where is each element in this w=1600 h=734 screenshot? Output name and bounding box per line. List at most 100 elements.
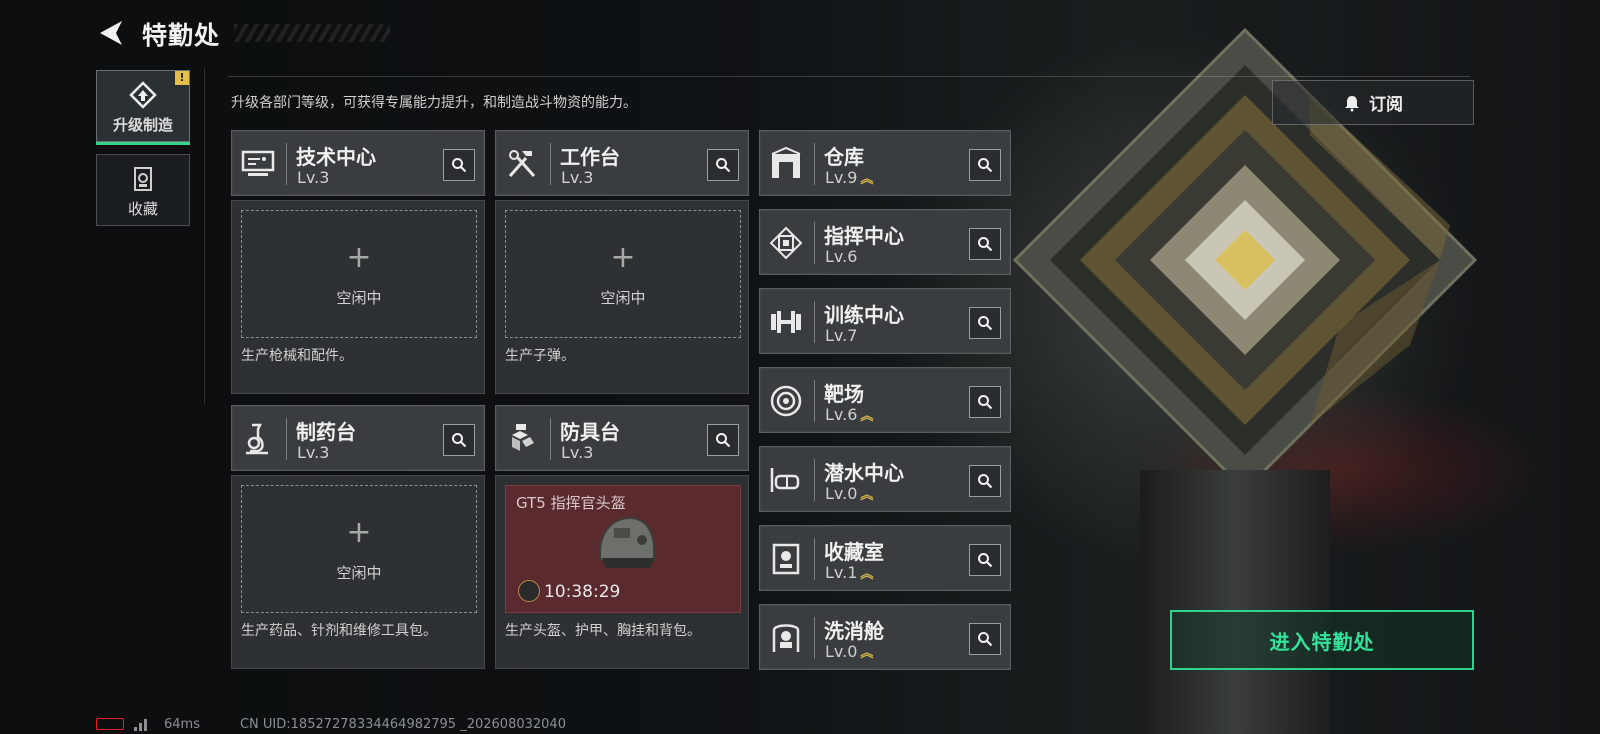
header-separator bbox=[550, 418, 551, 460]
upgrade-arrow-icon: ︽ bbox=[860, 172, 874, 187]
department-level: Lv.1 bbox=[825, 563, 858, 582]
warehouse-icon bbox=[771, 146, 801, 178]
header-separator bbox=[814, 143, 815, 185]
card-description: 生产头盔、护甲、胸挂和背包。 bbox=[505, 623, 701, 639]
idle-slot[interactable]: + 空闲中 bbox=[505, 210, 741, 338]
department-level: Lv.6 bbox=[825, 405, 858, 424]
search-button[interactable] bbox=[969, 307, 1001, 339]
tab-upgrade-build-label: 升级制造 bbox=[112, 116, 173, 134]
department-card[interactable]: 靶场 Lv.6 ︽ bbox=[759, 367, 1011, 433]
department-level-row: Lv.6 bbox=[825, 247, 857, 266]
department-card[interactable]: 收藏室 Lv.1 ︽ bbox=[759, 525, 1011, 591]
card-workbench-header[interactable]: 工作台 Lv.3 bbox=[495, 130, 749, 196]
card-name: 制药台 bbox=[296, 420, 356, 444]
department-level: Lv.9 bbox=[825, 168, 858, 187]
search-icon bbox=[452, 433, 467, 448]
department-level-row: Lv.1 ︽ bbox=[825, 563, 873, 582]
search-button[interactable] bbox=[969, 149, 1001, 181]
page-title: 特勤处 bbox=[142, 21, 221, 50]
collection-icon bbox=[134, 167, 152, 191]
department-card[interactable]: 指挥中心 Lv.6 bbox=[759, 209, 1011, 275]
user-uid: CN UID:18527278334464982795 _20260803204… bbox=[239, 716, 566, 732]
upgrade-arrow-icon: ︽ bbox=[860, 409, 874, 424]
battery-icon bbox=[96, 718, 124, 730]
card-tech-center-header[interactable]: 技术中心 Lv.3 bbox=[231, 130, 485, 196]
crafting-slot[interactable]: GT5 指挥官头盔 10:38:29 bbox=[505, 485, 741, 613]
upgrade-arrow-icon: ︽ bbox=[860, 646, 874, 661]
header-separator bbox=[286, 418, 287, 460]
craft-timer: 10:38:29 bbox=[544, 582, 621, 602]
page-description: 升级各部门等级，可获得专属能力提升，和制造战斗物资的能力。 bbox=[231, 95, 637, 111]
shooting-range-icon bbox=[770, 385, 802, 417]
tab-upgrade-build[interactable]: ! 升级制造 bbox=[96, 70, 190, 145]
search-icon bbox=[452, 158, 467, 173]
pharmacy-icon bbox=[246, 423, 268, 455]
department-level-row: Lv.0 ︽ bbox=[825, 484, 873, 503]
slot-status: 空闲中 bbox=[336, 289, 382, 307]
search-icon bbox=[978, 395, 993, 410]
idle-slot[interactable]: + 空闲中 bbox=[241, 210, 477, 338]
ping-value: 64ms bbox=[164, 716, 200, 732]
card-level: Lv.3 bbox=[561, 443, 594, 462]
armor-bench-icon bbox=[512, 424, 534, 451]
bell-icon bbox=[1345, 95, 1359, 111]
search-button[interactable] bbox=[969, 386, 1001, 418]
plus-icon: + bbox=[346, 240, 372, 275]
department-card[interactable]: 潜水中心 Lv.0 ︽ bbox=[759, 446, 1011, 512]
card-description: 生产枪械和配件。 bbox=[241, 348, 353, 364]
subscribe-label: 订阅 bbox=[1369, 95, 1403, 115]
idle-slot[interactable]: + 空闲中 bbox=[241, 485, 477, 613]
search-icon bbox=[716, 433, 731, 448]
department-level: Lv.0 bbox=[825, 642, 858, 661]
search-button[interactable] bbox=[969, 544, 1001, 576]
search-button[interactable] bbox=[443, 424, 475, 456]
search-icon bbox=[978, 632, 993, 647]
card-description: 生产子弹。 bbox=[505, 348, 575, 364]
department-name: 洗消舱 bbox=[824, 619, 884, 643]
header-separator bbox=[814, 538, 815, 580]
helmet-icon bbox=[599, 516, 655, 568]
card-armor-bench-header[interactable]: 防具台 Lv.3 bbox=[495, 405, 749, 471]
wrench-icon bbox=[518, 580, 540, 602]
department-card[interactable]: 训练中心 Lv.7 bbox=[759, 288, 1011, 354]
card-name: 工作台 bbox=[560, 145, 620, 169]
tech-center-icon bbox=[241, 150, 275, 176]
search-icon bbox=[978, 158, 993, 173]
header-separator bbox=[814, 459, 815, 501]
back-arrow-icon[interactable] bbox=[96, 18, 126, 48]
workbench-icon bbox=[508, 150, 536, 177]
tab-collection[interactable]: 收藏 bbox=[96, 154, 190, 226]
card-level: Lv.3 bbox=[297, 168, 330, 187]
header-separator bbox=[286, 143, 287, 185]
card-level: Lv.3 bbox=[561, 168, 594, 187]
card-tech-center-body: + 空闲中 生产枪械和配件。 bbox=[231, 200, 485, 394]
enter-special-ops-button[interactable]: 进入特勤处 bbox=[1170, 610, 1474, 670]
header-separator bbox=[550, 143, 551, 185]
department-name: 潜水中心 bbox=[824, 461, 904, 485]
search-button[interactable] bbox=[969, 623, 1001, 655]
search-button[interactable] bbox=[443, 149, 475, 181]
department-name: 指挥中心 bbox=[824, 224, 904, 248]
department-name: 靶场 bbox=[824, 382, 864, 406]
search-button[interactable] bbox=[707, 149, 739, 181]
department-level-row: Lv.7 bbox=[825, 326, 857, 345]
search-icon bbox=[978, 237, 993, 252]
card-workbench-body: + 空闲中 生产子弹。 bbox=[495, 200, 749, 394]
upgrade-arrow-icon: ︽ bbox=[860, 488, 874, 503]
slot-status: 空闲中 bbox=[336, 564, 382, 582]
card-name: 技术中心 bbox=[296, 145, 376, 169]
department-card[interactable]: 仓库 Lv.9 ︽ bbox=[759, 130, 1011, 196]
department-level-row: Lv.6 ︽ bbox=[825, 405, 873, 424]
department-name: 训练中心 bbox=[824, 303, 904, 327]
header-separator bbox=[814, 301, 815, 343]
card-pharmacy-header[interactable]: 制药台 Lv.3 bbox=[231, 405, 485, 471]
department-level: Lv.6 bbox=[825, 247, 858, 266]
search-button[interactable] bbox=[969, 465, 1001, 497]
command-center-icon bbox=[769, 226, 803, 260]
search-icon bbox=[978, 316, 993, 331]
search-button[interactable] bbox=[707, 424, 739, 456]
tab-collection-label: 收藏 bbox=[127, 200, 158, 218]
department-card[interactable]: 洗消舱 Lv.0 ︽ bbox=[759, 604, 1011, 670]
subscribe-button[interactable]: 订阅 bbox=[1272, 80, 1474, 125]
search-button[interactable] bbox=[969, 228, 1001, 260]
